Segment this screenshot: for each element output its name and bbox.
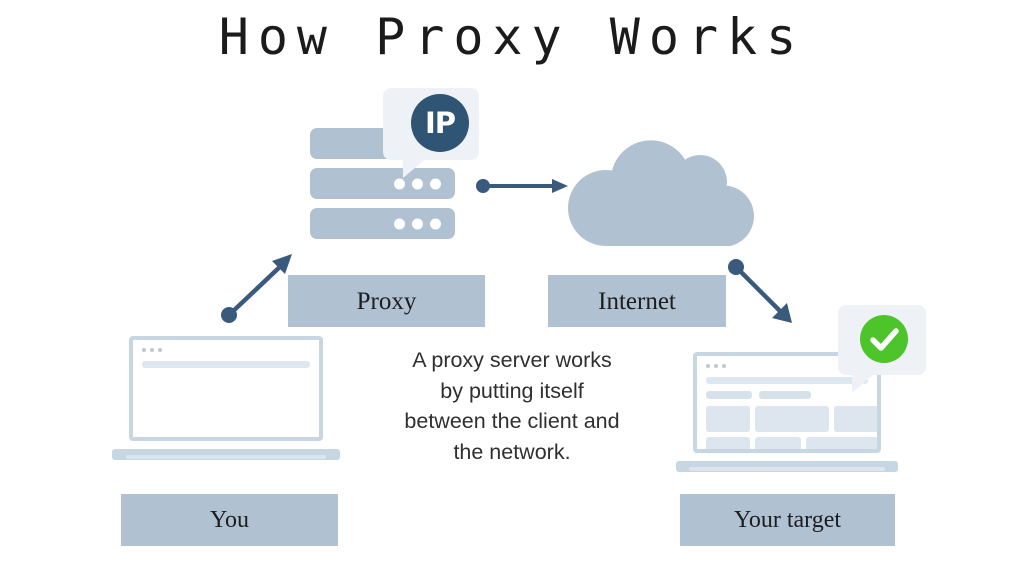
content-block <box>755 406 829 432</box>
arrow-right-icon <box>476 179 568 193</box>
content-block <box>806 437 877 449</box>
browser-window-dots <box>706 364 726 368</box>
server-bar-middle <box>310 168 455 199</box>
arrow-up-right-icon <box>221 254 292 323</box>
check-circle-icon <box>860 315 908 363</box>
browser-address-bar <box>706 377 868 384</box>
laptop-base <box>676 461 898 472</box>
laptop-base <box>112 449 340 460</box>
content-block <box>834 406 877 432</box>
diagram-canvas: How Proxy Works IP Proxy Internet A prox… <box>0 0 1024 576</box>
node-label-target-text: Your target <box>733 507 842 533</box>
description-text: A proxy server works by putting itself b… <box>352 345 672 467</box>
ip-badge-label: IP <box>424 105 456 140</box>
page-title: How Proxy Works <box>218 8 806 66</box>
description-line: by putting itself <box>440 378 584 403</box>
node-label-internet-text: Internet <box>598 287 676 315</box>
node-label-you: You <box>121 494 338 546</box>
content-chip <box>706 391 752 399</box>
description-line: between the client and <box>404 409 620 433</box>
bubble-tail <box>852 371 878 393</box>
node-label-target: Your target <box>680 494 895 546</box>
node-label-proxy: Proxy <box>288 275 485 327</box>
browser-address-bar <box>142 361 310 368</box>
node-label-proxy-text: Proxy <box>356 287 417 315</box>
server-indicator-dots <box>394 218 441 229</box>
cloud-icon <box>568 140 754 246</box>
description-line: A proxy server works <box>412 348 612 372</box>
ip-badge-icon: IP <box>411 94 469 152</box>
laptop-screen <box>129 336 323 441</box>
content-chip <box>759 391 811 399</box>
content-block <box>755 437 801 449</box>
laptop-client-icon <box>112 336 340 460</box>
server-bar-bottom <box>310 208 455 239</box>
arrow-down-right-icon <box>728 259 792 323</box>
node-label-you-text: You <box>210 507 249 533</box>
content-block <box>706 437 750 449</box>
success-bubble <box>838 305 926 393</box>
description-line: the network. <box>453 439 571 464</box>
bubble-tail <box>403 156 429 178</box>
server-indicator-dots <box>394 178 441 189</box>
browser-window-dots <box>142 348 162 352</box>
content-block <box>706 406 750 432</box>
node-label-internet: Internet <box>548 275 726 327</box>
ip-badge-bubble: IP <box>383 88 479 178</box>
